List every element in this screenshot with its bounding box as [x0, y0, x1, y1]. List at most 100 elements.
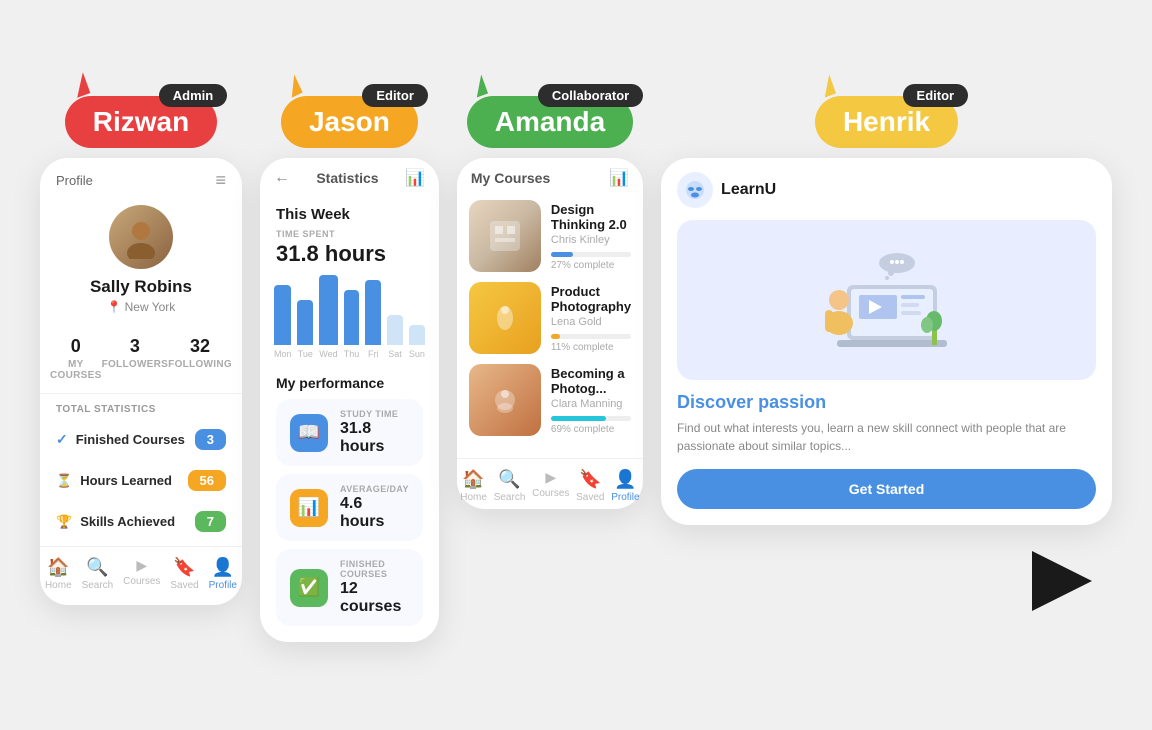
finished-courses-card-value: 12 courses	[340, 580, 409, 616]
course-list: Design Thinking 2.0 Chris Kinley 27% com…	[457, 194, 643, 452]
screen2-header: ← Statistics 📊	[260, 158, 439, 194]
progress-label-design: 27% complete	[551, 260, 631, 271]
learnu-title: LearnU	[721, 181, 776, 199]
screen1-name: Rizwan	[93, 106, 189, 137]
trophy-icon: 🏆	[56, 514, 72, 530]
finished-courses-label: Finished Courses	[76, 432, 185, 447]
screen3-name: Amanda	[495, 106, 605, 137]
course-item-2[interactable]: Product Photography Lena Gold 11% comple…	[469, 282, 631, 354]
study-time-label: STUDY TIME	[340, 409, 409, 419]
study-time-icon: 📖	[290, 414, 328, 452]
course-author-product: Lena Gold	[551, 316, 631, 328]
time-spent-value: 31.8 hours	[260, 239, 439, 275]
course-author-photo: Clara Manning	[551, 398, 631, 410]
profile-nav: Profile ≡	[40, 158, 242, 197]
bottom-nav: 🏠Home 🔍Search ▶Courses 🔖Saved 👤Profile	[40, 546, 242, 597]
nav-search[interactable]: 🔍Search	[82, 557, 114, 591]
avatar	[109, 205, 173, 269]
avg-day-card: 📊 AVERAGE/DAY 4.6 hours	[276, 474, 423, 541]
s3-nav-home[interactable]: 🏠Home	[460, 469, 487, 503]
performance-section: My performance 📖 STUDY TIME 31.8 hours 📊…	[260, 365, 439, 642]
hamburger-icon[interactable]: ≡	[215, 170, 226, 191]
discover-desc: Find out what interests you, learn a new…	[677, 419, 1096, 455]
nav-saved[interactable]: 🔖Saved	[170, 557, 198, 591]
nav-home[interactable]: 🏠Home	[45, 557, 72, 591]
skills-achieved-label: Skills Achieved	[80, 514, 175, 529]
bar-col-tue: Tue	[297, 275, 313, 359]
screen3-header: My Courses 📊	[457, 158, 643, 194]
hourglass-icon: ⏳	[56, 473, 72, 489]
screen2-name: Jason	[309, 106, 390, 137]
screen4-role-badge: Editor	[903, 84, 969, 107]
bar-chart: Mon Tue Wed Thu Fri Sat Sun	[260, 275, 439, 365]
finished-courses-row: ✓ Finished Courses 3	[40, 421, 242, 458]
chart-icon: 📊	[405, 168, 425, 188]
bar-col-wed: Wed	[319, 275, 337, 359]
screen3-bottom-nav: 🏠Home 🔍Search ▶Courses 🔖Saved 👤Profile	[457, 458, 643, 509]
s3-nav-profile[interactable]: 👤Profile	[611, 469, 639, 503]
screen3-name-bubble: Collaborator Amanda	[467, 96, 633, 148]
finished-courses-badge: 3	[195, 429, 226, 450]
screen4-name: Henrik	[843, 106, 930, 137]
screen1-name-bubble: Admin Rizwan	[65, 96, 217, 148]
study-time-card: 📖 STUDY TIME 31.8 hours	[276, 399, 423, 466]
course-info-design: Design Thinking 2.0 Chris Kinley 27% com…	[551, 202, 631, 271]
screen2-title: Statistics	[316, 170, 378, 186]
course-author-design: Chris Kinley	[551, 234, 631, 246]
s3-nav-courses[interactable]: ▶Courses	[532, 469, 569, 503]
screen3-role-badge: Collaborator	[538, 84, 643, 107]
finished-courses-card-label: FINISHED COURSES	[340, 559, 409, 579]
stat-courses: 0 MY COURSES	[50, 336, 102, 381]
get-started-button[interactable]: Get Started	[677, 469, 1096, 509]
course-item-1[interactable]: Design Thinking 2.0 Chris Kinley 27% com…	[469, 200, 631, 272]
courses-icon: 📊	[609, 168, 629, 188]
discover-title: Discover passion	[677, 392, 1096, 413]
bar-col-sun: Sun	[409, 275, 425, 359]
course-info-product: Product Photography Lena Gold 11% comple…	[551, 284, 631, 353]
s3-nav-search[interactable]: 🔍Search	[494, 469, 526, 503]
progress-bar-design	[551, 252, 573, 257]
time-spent-label: TIME SPENT	[260, 229, 439, 239]
learnu-header: LearnU	[677, 172, 1096, 208]
bar-col-thu: Thu	[344, 275, 360, 359]
finished-courses-card: ✅ FINISHED COURSES 12 courses	[276, 549, 423, 626]
course-thumb-product	[469, 282, 541, 354]
stats-row: 0 MY COURSES 3 FOLLOWERS 32 FOLLOWING	[40, 326, 242, 394]
course-thumb-design	[469, 200, 541, 272]
hours-learned-label: Hours Learned	[80, 473, 172, 488]
profile-nav-label: Profile	[56, 173, 93, 188]
performance-title: My performance	[276, 375, 423, 391]
profile-center: Sally Robins 📍 New York	[40, 197, 242, 326]
this-week-label: This Week	[260, 194, 439, 229]
bar-col-mon: Mon	[274, 275, 292, 359]
big-arrow-decoration	[661, 541, 1112, 621]
back-button[interactable]: ←	[274, 169, 290, 187]
screen1-role-badge: Admin	[159, 84, 227, 107]
avg-day-value: 4.6 hours	[340, 495, 409, 531]
screen2-name-bubble: Editor Jason	[281, 96, 418, 148]
skills-achieved-row: 🏆 Skills Achieved 7	[40, 503, 242, 540]
bar-col-fri: Fri	[365, 275, 381, 359]
avg-day-label: AVERAGE/DAY	[340, 484, 409, 494]
bar-col-sat: Sat	[387, 275, 403, 359]
screen2-role-badge: Editor	[362, 84, 428, 107]
profile-name: Sally Robins	[90, 277, 192, 297]
course-name-photo: Becoming a Photog...	[551, 366, 631, 396]
progress-bar-product	[551, 334, 560, 339]
stat-followers: 3 FOLLOWERS	[102, 336, 169, 381]
course-info-photo: Becoming a Photog... Clara Manning 69% c…	[551, 366, 631, 435]
s3-nav-saved[interactable]: 🔖Saved	[576, 469, 604, 503]
learnu-logo	[677, 172, 713, 208]
screen3-title: My Courses	[471, 170, 550, 186]
illustration-box	[677, 220, 1096, 380]
progress-bar-photo	[551, 416, 606, 421]
nav-courses[interactable]: ▶Courses	[123, 557, 160, 591]
progress-label-product: 11% complete	[551, 342, 631, 353]
course-name-design: Design Thinking 2.0	[551, 202, 631, 232]
course-thumb-photo	[469, 364, 541, 436]
stat-following: 32 FOLLOWING	[168, 336, 232, 381]
course-name-product: Product Photography	[551, 284, 631, 314]
skills-achieved-badge: 7	[195, 511, 226, 532]
course-item-3[interactable]: Becoming a Photog... Clara Manning 69% c…	[469, 364, 631, 436]
nav-profile[interactable]: 👤Profile	[209, 557, 237, 591]
